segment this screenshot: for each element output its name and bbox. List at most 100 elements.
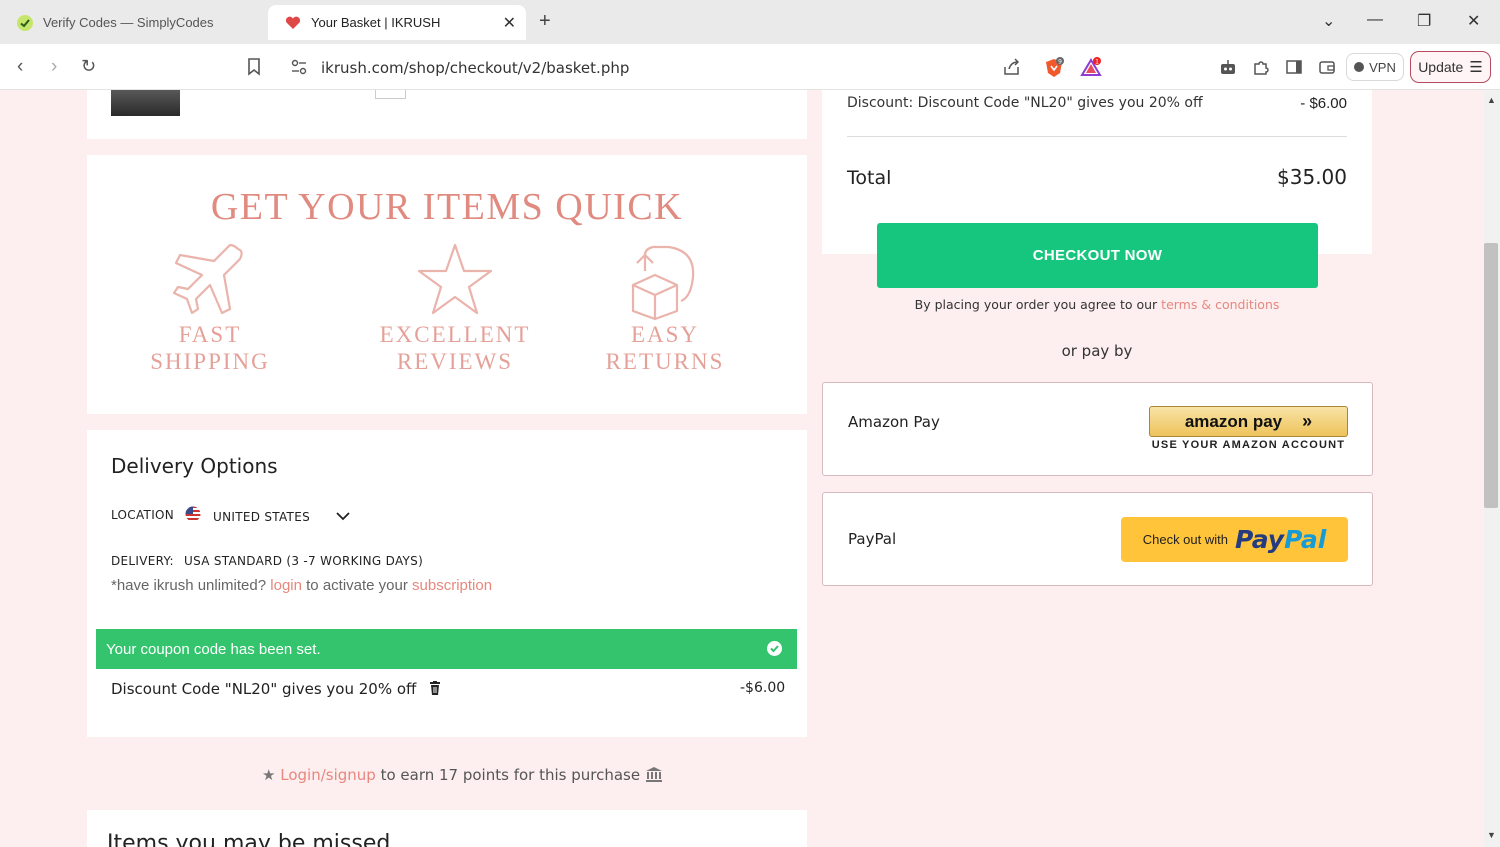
items-you-may-have-missed-title: Items you may be missed xyxy=(107,831,391,847)
delivery-options-title: Delivery Options xyxy=(111,454,278,478)
heart-favicon-icon xyxy=(284,14,302,32)
basket-page: GET YOUR ITEMS QUICK FAST SHIPPING EXCEL… xyxy=(0,90,1484,847)
unlimited-note: *have ikrush unlimited? login to activat… xyxy=(111,577,492,594)
feature-line1: EASY xyxy=(630,322,700,347)
product-card xyxy=(87,90,807,139)
summary-divider xyxy=(847,136,1347,137)
loyalty-points-note: ★ Login/signup to earn 17 points for thi… xyxy=(262,766,663,784)
paypal-logo-part1: Pay xyxy=(1234,525,1285,554)
vpn-status-icon xyxy=(1354,62,1365,72)
scrollbar-thumb[interactable] xyxy=(1484,243,1498,508)
discount-text: Discount Code "NL20" gives you 20% off xyxy=(111,680,417,698)
tab-close-icon[interactable]: ✕ xyxy=(503,13,516,33)
location-value: UNITED STATES xyxy=(213,509,310,524)
return-box-icon xyxy=(631,245,695,321)
terms-prefix: By placing your order you agree to our xyxy=(914,297,1158,312)
note-middle: to activate your xyxy=(306,577,408,594)
update-menu-button[interactable]: Update ☰ xyxy=(1410,51,1491,83)
vpn-button[interactable]: VPN xyxy=(1346,53,1404,81)
vpn-label: VPN xyxy=(1369,59,1396,75)
minimize-icon[interactable]: — xyxy=(1367,11,1383,29)
login-link[interactable]: login xyxy=(270,577,302,594)
features-card: GET YOUR ITEMS QUICK FAST SHIPPING EXCEL… xyxy=(87,155,807,414)
product-thumbnail[interactable] xyxy=(111,90,180,116)
amazon-pay-button[interactable]: amazon pay » xyxy=(1149,406,1348,437)
us-flag-icon xyxy=(185,506,201,527)
scroll-down-arrow-icon[interactable]: ▼ xyxy=(1487,830,1496,840)
new-tab-plus-icon[interactable]: + xyxy=(539,10,551,33)
note-prefix: *have ikrush unlimited? xyxy=(111,577,267,594)
leo-ai-icon[interactable] xyxy=(1219,58,1237,76)
coupon-success-banner: Your coupon code has been set. xyxy=(96,629,797,669)
features-title: GET YOUR ITEMS QUICK xyxy=(210,186,684,228)
amazon-pay-label: Amazon Pay xyxy=(848,413,940,431)
amazon-account-text: USE YOUR AMAZON ACCOUNT xyxy=(1151,439,1346,451)
trash-icon[interactable] xyxy=(429,681,441,699)
paypal-button-prefix: Check out with xyxy=(1142,532,1228,547)
summary-discount-text: Discount: Discount Code "NL20" gives you… xyxy=(847,95,1203,111)
feature-line1: FAST xyxy=(178,322,242,347)
summary-discount-amount: - $6.00 xyxy=(1300,95,1347,112)
applied-discount: Discount Code "NL20" gives you 20% off xyxy=(111,680,441,699)
paypal-option: PayPal Check out with PayPal xyxy=(822,492,1373,586)
bank-icon xyxy=(645,766,663,784)
simplycodes-favicon-icon xyxy=(16,14,34,32)
subscription-link[interactable]: subscription xyxy=(412,577,492,594)
reload-icon[interactable]: ↻ xyxy=(81,56,96,77)
url-text: ikrush.com/shop/checkout/v2/basket.php xyxy=(321,59,630,77)
browser-toolbar: ‹ › ↻ ikrush.com/shop/checkout/v2/basket… xyxy=(0,44,1500,90)
quantity-input[interactable] xyxy=(375,90,406,99)
tab-ikrush-basket[interactable]: Your Basket | IKRUSH ✕ xyxy=(268,5,526,40)
site-settings-icon[interactable] xyxy=(290,58,308,76)
tab-strip: Verify Codes — SimplyCodes Your Basket |… xyxy=(0,0,1500,44)
scroll-up-arrow-icon[interactable]: ▲ xyxy=(1487,95,1496,105)
wallet-icon[interactable] xyxy=(1318,58,1336,76)
paypal-label: PayPal xyxy=(848,530,897,548)
terms-link[interactable]: terms & conditions xyxy=(1161,297,1279,312)
location-select[interactable]: UNITED STATES xyxy=(185,506,350,527)
sidebar-toggle-icon[interactable] xyxy=(1285,58,1303,76)
forward-icon[interactable]: › xyxy=(51,56,57,78)
svg-text:9: 9 xyxy=(1058,59,1062,66)
paypal-logo-part2: Pal xyxy=(1284,525,1327,554)
bookmark-icon[interactable] xyxy=(246,58,264,76)
points-text: to earn 17 points for this purchase xyxy=(380,766,641,784)
feature-line2: RETURNS xyxy=(605,349,725,374)
close-window-icon[interactable]: ✕ xyxy=(1467,11,1480,31)
brave-shield-icon[interactable]: 9 xyxy=(1043,57,1065,79)
airplane-icon xyxy=(172,243,243,315)
tab-simplycodes[interactable]: Verify Codes — SimplyCodes xyxy=(0,5,262,40)
double-chevron-right-icon: » xyxy=(1302,411,1313,431)
chevron-down-icon xyxy=(336,508,350,526)
star-icon xyxy=(417,243,493,315)
brave-rewards-icon[interactable]: 1 xyxy=(1080,57,1102,79)
tab-title: Verify Codes — SimplyCodes xyxy=(43,15,214,30)
location-label: LOCATION xyxy=(111,508,175,522)
feature-easy-returns: EASY RETURNS xyxy=(600,241,730,375)
checkout-now-button[interactable]: CHECKOUT NOW xyxy=(877,223,1318,288)
total-amount: $35.00 xyxy=(1277,165,1347,189)
feature-line2: REVIEWS xyxy=(396,349,514,374)
feature-line1: EXCELLENT xyxy=(379,322,531,347)
amazon-pay-text: amazon pay xyxy=(1184,411,1283,431)
extensions-puzzle-icon[interactable] xyxy=(1252,58,1270,76)
feature-line2: SHIPPING xyxy=(150,349,270,374)
restore-icon[interactable]: ❐ xyxy=(1417,11,1431,31)
or-pay-by-label: or pay by xyxy=(1061,342,1133,360)
delivery-label: DELIVERY: xyxy=(111,554,174,568)
paypal-logo: PayPal xyxy=(1235,525,1326,554)
coupon-message: Your coupon code has been set. xyxy=(106,640,321,658)
delivery-method: DELIVERY: USA STANDARD (3 -7 WORKING DAY… xyxy=(111,554,423,568)
feature-excellent-reviews: EXCELLENT REVIEWS xyxy=(375,241,535,375)
delivery-value: USA STANDARD (3 -7 WORKING DAYS) xyxy=(184,554,424,568)
update-label: Update xyxy=(1418,59,1464,75)
discount-amount: -$6.00 xyxy=(740,680,786,696)
address-bar[interactable]: ikrush.com/shop/checkout/v2/basket.php 9… xyxy=(280,49,1123,85)
tab-list-chevron-icon[interactable]: ⌄ xyxy=(1322,11,1335,31)
paypal-checkout-button[interactable]: Check out with PayPal xyxy=(1121,517,1348,562)
back-icon[interactable]: ‹ xyxy=(17,56,23,78)
terms-note: By placing your order you agree to our t… xyxy=(822,297,1372,312)
share-icon[interactable] xyxy=(1003,58,1021,76)
tab-title: Your Basket | IKRUSH xyxy=(311,15,441,30)
login-signup-link[interactable]: Login/signup xyxy=(280,766,376,784)
